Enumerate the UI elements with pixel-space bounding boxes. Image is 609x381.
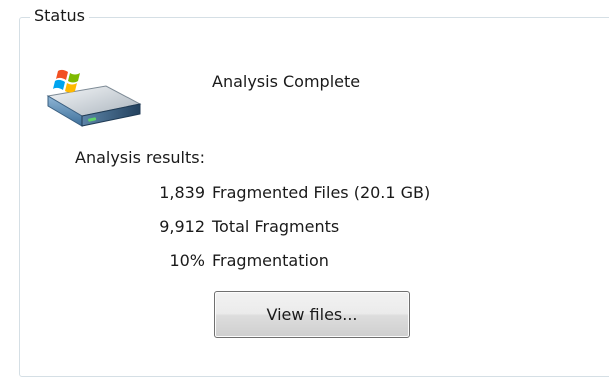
status-group-title: Status	[30, 5, 89, 27]
result-row-fragmented-files: 1,839 Fragmented Files (20.1 GB)	[100, 182, 430, 216]
view-files-button[interactable]: View files...	[214, 291, 410, 338]
fragmentation-percent: 10%	[169, 251, 205, 270]
total-fragments-label: Total Fragments	[212, 217, 340, 236]
hard-drive-icon	[44, 66, 144, 130]
fragmentation-label: Fragmentation	[212, 251, 329, 270]
result-row-total-fragments: 9,912 Total Fragments	[100, 216, 430, 250]
result-row-fragmentation: 10% Fragmentation	[100, 250, 430, 284]
fragmented-files-count: 1,839	[159, 183, 205, 202]
fragmented-files-label: Fragmented Files (20.1 GB)	[212, 183, 431, 202]
analysis-results-list: 1,839 Fragmented Files (20.1 GB) 9,912 T…	[100, 182, 430, 284]
analysis-results-label: Analysis results:	[75, 148, 205, 167]
analysis-status-text: Analysis Complete	[212, 72, 361, 91]
total-fragments-count: 9,912	[159, 217, 205, 236]
